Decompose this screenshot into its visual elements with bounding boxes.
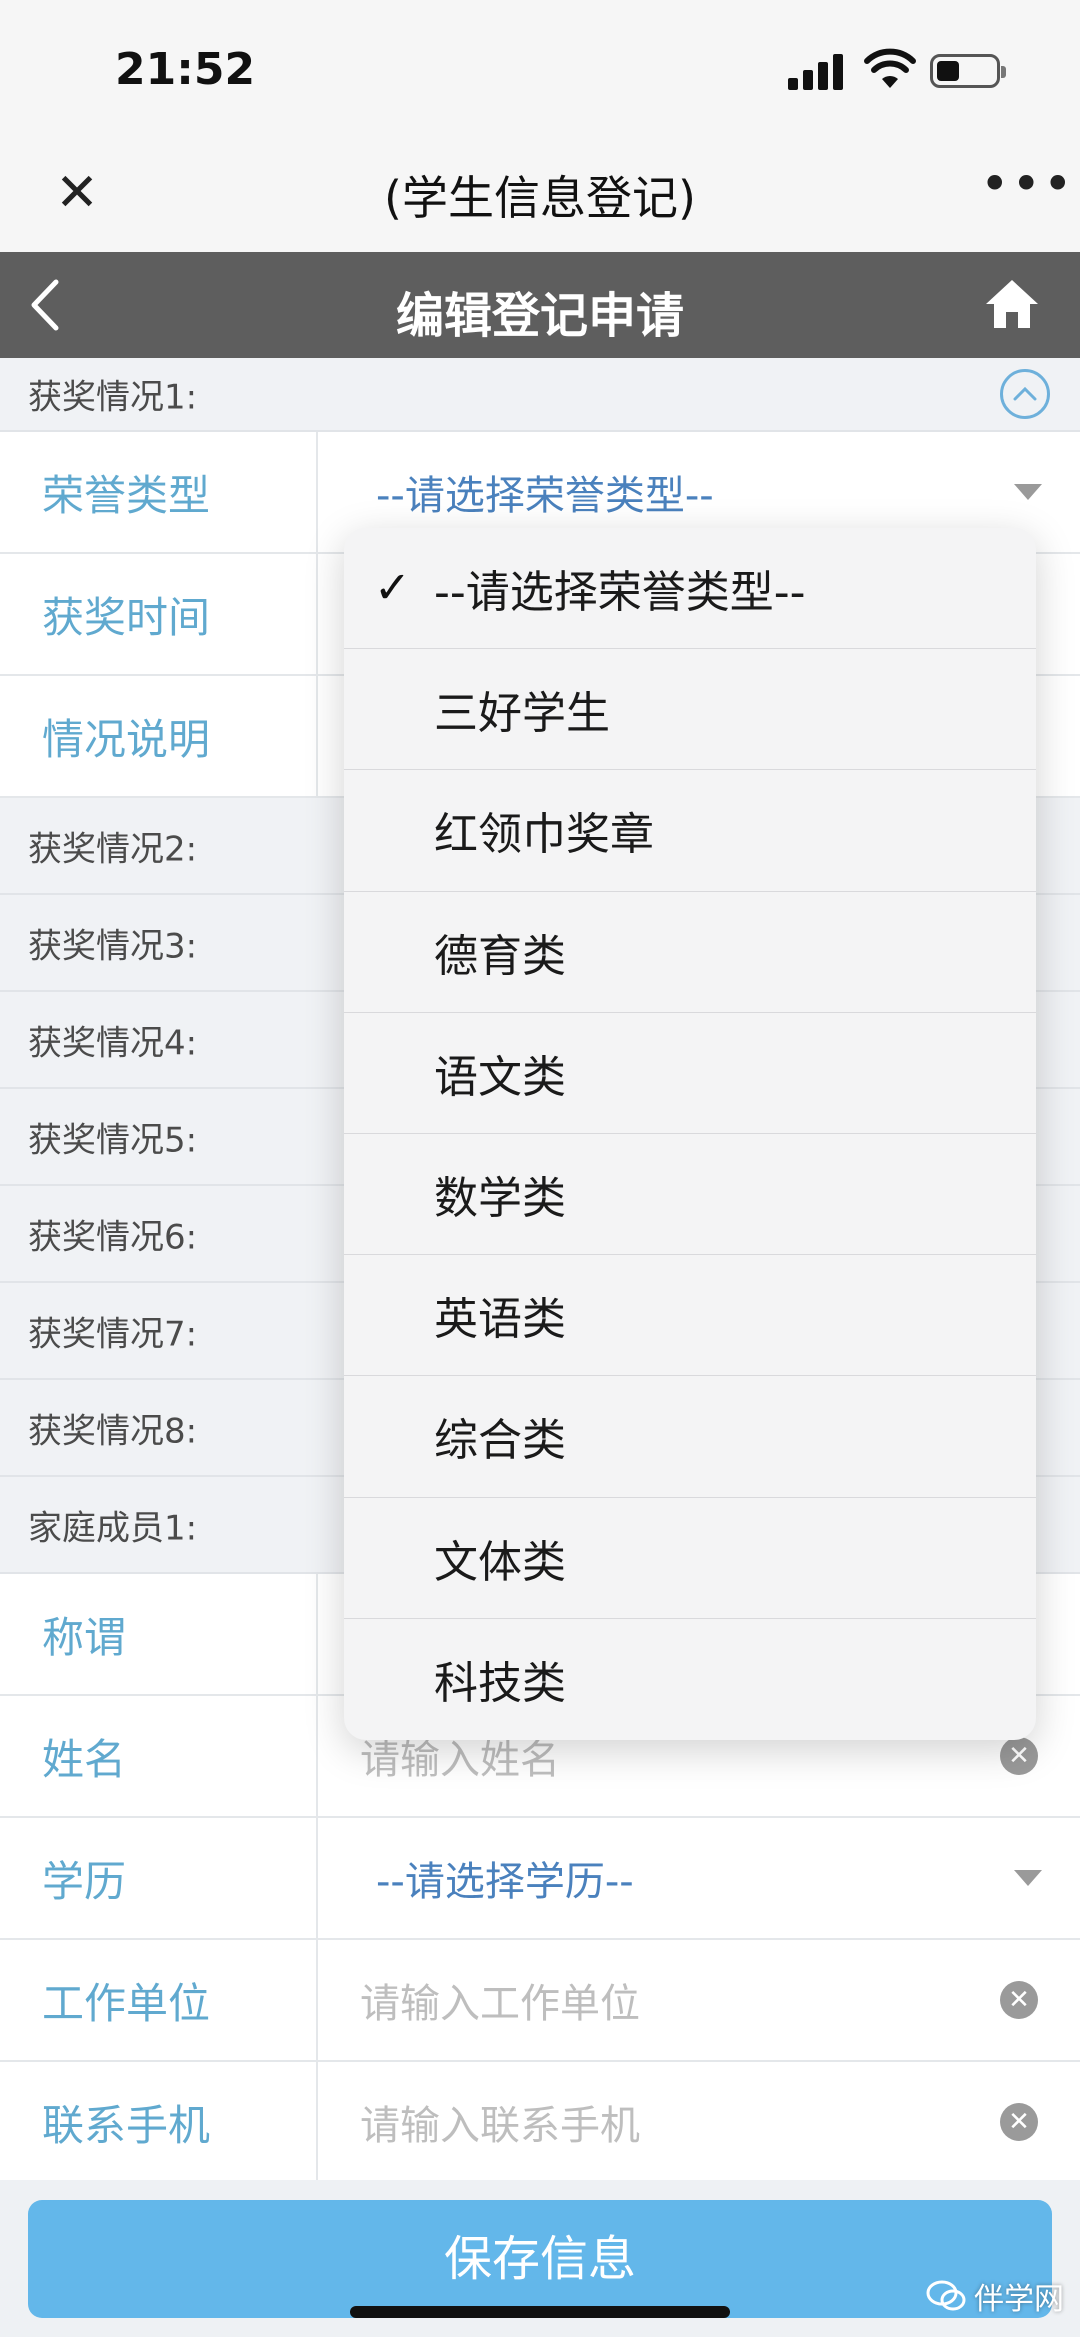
status-time: 21:52 bbox=[115, 44, 256, 95]
picker-option[interactable]: 文体类 bbox=[344, 1498, 1036, 1619]
more-icon[interactable]: ••• bbox=[980, 159, 1072, 216]
close-icon[interactable]: ✕ bbox=[52, 167, 102, 219]
picker-option-label: 语文类 bbox=[434, 1051, 566, 1103]
honor-type-picker: ✓ --请选择荣誉类型-- 三好学生 红领巾奖章 德育类 语文类 数学类 英语类… bbox=[344, 528, 1036, 1740]
status-bar: 21:52 bbox=[0, 0, 1080, 140]
watermark-text: 伴学网 bbox=[974, 2282, 1064, 2317]
picker-option-label: 红领巾奖章 bbox=[434, 809, 654, 861]
wifi-icon bbox=[864, 48, 916, 88]
picker-option-label: 综合类 bbox=[434, 1415, 566, 1467]
picker-option[interactable]: 德育类 bbox=[344, 892, 1036, 1013]
webview-header: ✕ (学生信息登记) ••• bbox=[0, 140, 1080, 252]
picker-option[interactable]: 英语类 bbox=[344, 1255, 1036, 1377]
webview-title: (学生信息登记) bbox=[384, 171, 696, 225]
picker-option-label: 德育类 bbox=[434, 930, 566, 982]
picker-option-label: --请选择荣誉类型-- bbox=[434, 567, 806, 619]
picker-option-label: 数学类 bbox=[434, 1173, 566, 1225]
watermark: 伴学网 bbox=[926, 2274, 1064, 2318]
picker-option-label: 三好学生 bbox=[434, 688, 610, 740]
picker-option[interactable]: 红领巾奖章 bbox=[344, 770, 1036, 892]
home-indicator bbox=[350, 2306, 730, 2318]
save-area: 保存信息 伴学网 bbox=[0, 2180, 1080, 2337]
picker-option[interactable]: 综合类 bbox=[344, 1376, 1036, 1498]
wechat-icon bbox=[926, 2280, 966, 2311]
save-button[interactable]: 保存信息 bbox=[28, 2200, 1052, 2318]
picker-option[interactable]: 数学类 bbox=[344, 1134, 1036, 1256]
picker-option[interactable]: 科技类 bbox=[344, 1619, 1036, 1740]
picker-option[interactable]: ✓ --请选择荣誉类型-- bbox=[344, 528, 1036, 650]
battery-icon bbox=[930, 54, 1006, 88]
picker-option[interactable]: 三好学生 bbox=[344, 649, 1036, 771]
nav-bar: 编辑登记申请 bbox=[0, 252, 1080, 358]
picker-option-label: 文体类 bbox=[434, 1536, 566, 1588]
back-icon[interactable] bbox=[26, 276, 66, 334]
checkmark-icon: ✓ bbox=[374, 562, 411, 614]
page-title: 编辑登记申请 bbox=[395, 288, 684, 344]
signal-icon bbox=[788, 52, 846, 90]
picker-option[interactable]: 语文类 bbox=[344, 1013, 1036, 1134]
picker-option-label: 科技类 bbox=[434, 1658, 566, 1710]
picker-option-label: 英语类 bbox=[434, 1294, 566, 1346]
home-icon[interactable] bbox=[984, 278, 1040, 330]
